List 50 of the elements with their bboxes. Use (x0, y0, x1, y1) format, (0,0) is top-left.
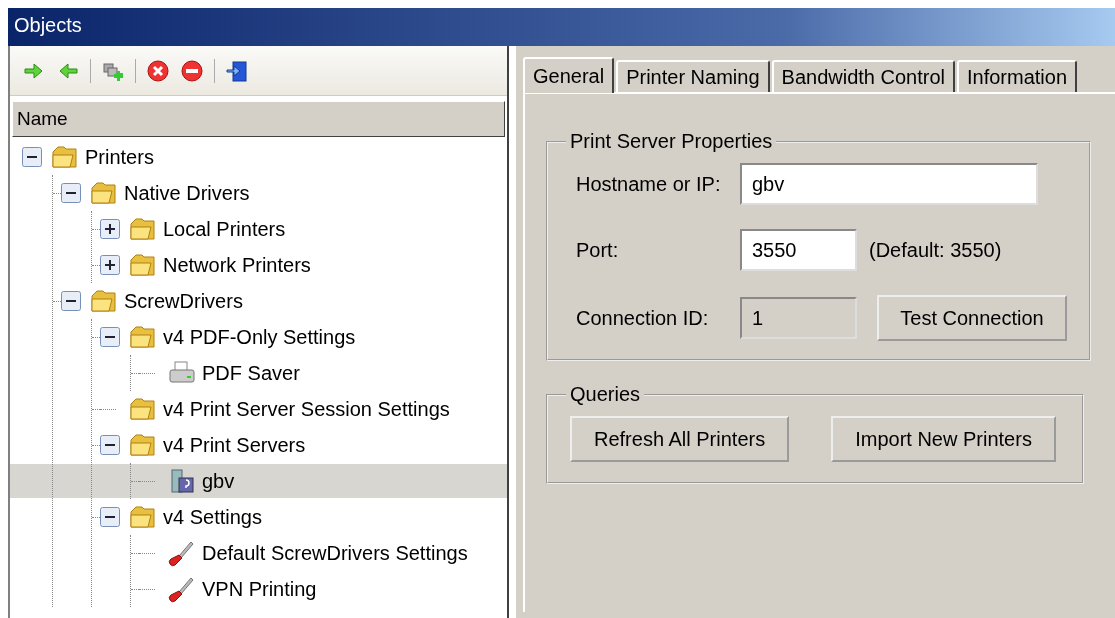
collapse-toggle[interactable] (22, 147, 42, 167)
tree-item[interactable]: gbv (200, 469, 237, 493)
folder-icon (50, 143, 80, 171)
collapse-toggle[interactable] (100, 327, 120, 347)
folder-icon (128, 503, 158, 531)
query-button[interactable]: Refresh All Printers (570, 416, 790, 462)
tab[interactable]: General (523, 57, 615, 93)
test-connection-button[interactable]: Test Connection (877, 295, 1067, 341)
folder-icon (89, 179, 119, 207)
field-label: Connection ID: (576, 306, 710, 330)
tree-item[interactable]: Network Printers (161, 253, 313, 277)
query-button[interactable]: Import New Printers (831, 416, 1056, 462)
collapse-toggle[interactable] (100, 435, 120, 455)
folder-icon (128, 395, 158, 423)
field-label: Port: (576, 238, 620, 262)
collapse-toggle[interactable] (61, 291, 81, 311)
tree-item[interactable]: Printers (83, 145, 156, 169)
tree-item[interactable]: v4 Print Servers (161, 433, 308, 457)
window-title: Objects (8, 8, 1115, 46)
exit-icon[interactable] (225, 59, 249, 82)
tree-item[interactable]: v4 Print Server Session Settings (161, 397, 452, 421)
port-field[interactable]: 3550 (740, 229, 857, 271)
folder-icon (128, 251, 158, 279)
minus-icon[interactable] (180, 59, 204, 82)
folder-icon (128, 215, 158, 243)
group-title: Queries (569, 383, 642, 406)
hostname-field[interactable]: gbv (740, 163, 1038, 205)
delete-icon[interactable] (146, 59, 170, 82)
tree-item[interactable]: v4 PDF-Only Settings (161, 325, 358, 349)
default-note: (Default: 3550) (869, 238, 1003, 262)
tree-item[interactable]: Default ScrewDrivers Settings (200, 541, 470, 565)
tree-item[interactable]: ScrewDrivers (122, 289, 245, 313)
field-label: Hostname or IP: (576, 172, 722, 196)
folder-icon (128, 323, 158, 351)
collapse-toggle[interactable] (61, 183, 81, 203)
tab[interactable]: Bandwidth Control (771, 60, 955, 92)
tab[interactable]: Information (957, 60, 1078, 92)
tree-item[interactable]: v4 Settings (161, 505, 264, 529)
folder-icon (128, 431, 158, 459)
tree-item[interactable]: Local Printers (161, 217, 288, 241)
expand-toggle[interactable] (100, 255, 120, 275)
tree-item[interactable]: VPN Printing (200, 577, 319, 601)
collapse-toggle[interactable] (100, 507, 120, 527)
column-header[interactable]: Name (12, 101, 505, 137)
tree-item[interactable]: Native Drivers (122, 181, 252, 205)
tree-item[interactable]: PDF Saver (200, 361, 302, 385)
tab[interactable]: Printer Naming (616, 60, 770, 92)
group-title: Print Server Properties (569, 130, 774, 153)
folder-icon (89, 287, 119, 315)
expand-toggle[interactable] (100, 219, 120, 239)
